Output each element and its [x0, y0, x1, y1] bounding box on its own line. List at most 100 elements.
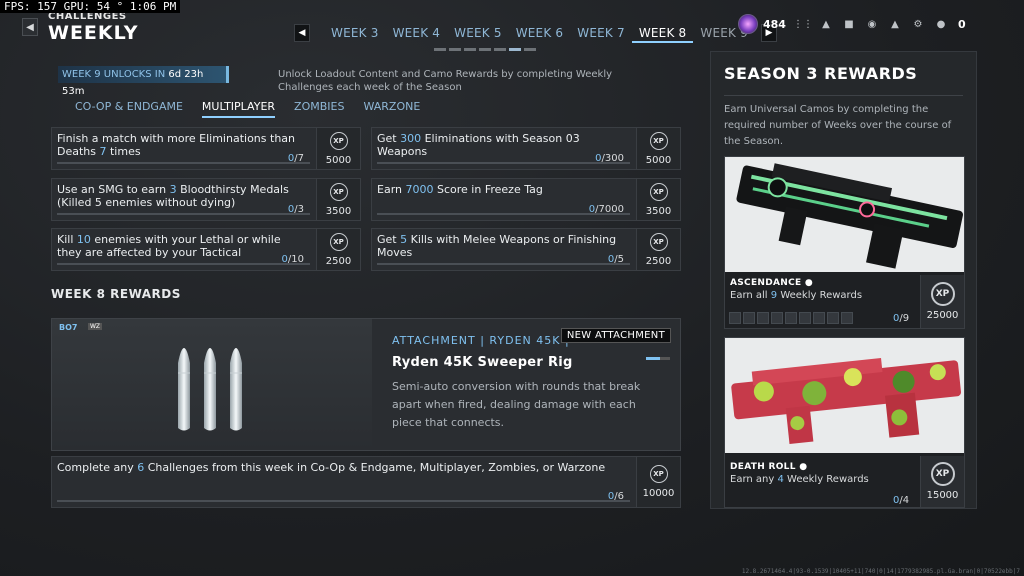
camo-name: DEATH ROLL ●: [730, 462, 808, 472]
tab-warzone[interactable]: WARZONE: [363, 100, 420, 118]
challenge-card[interactable]: Finish a match with more Eliminations th…: [51, 127, 361, 170]
info-icon: ●: [799, 462, 808, 472]
challenge-progress-bar: [57, 263, 310, 265]
attachment-type: ATTACHMENT | RYDEN 45K |: [392, 334, 570, 347]
ascendance-camo-image: [725, 157, 964, 272]
xp-value: 5000: [325, 154, 352, 166]
challenge-card[interactable]: Use an SMG to earn 3 Bloodthirsty Medals…: [51, 178, 361, 221]
xp-value: 2500: [645, 255, 672, 267]
xp-icon: XP: [649, 182, 668, 201]
tab-week-7[interactable]: WEEK 7: [570, 23, 632, 43]
camo-name: ASCENDANCE ●: [730, 278, 814, 288]
fps-overlay: FPS: 157 GPU: 54 ° 1:06 PM: [0, 0, 181, 13]
bell-icon[interactable]: ▲: [889, 18, 901, 30]
unlock-description: Unlock Loadout Content and Camo Rewards …: [278, 69, 613, 93]
challenge-progress: 0/7: [287, 153, 304, 164]
xp-icon: XP: [649, 232, 668, 251]
challenge-description: Get 5 Kills with Melee Weapons or Finish…: [377, 233, 617, 259]
xp-reward: XP 3500: [316, 179, 360, 220]
challenge-progress-bar: [57, 500, 630, 502]
challenge-card[interactable]: Get 300 Eliminations with Season 03 Weap…: [371, 127, 681, 170]
challenge-card[interactable]: Earn 7000 Score in Freeze Tag 0/7000 XP 3…: [371, 178, 681, 221]
gear-icon[interactable]: ⚙: [912, 18, 924, 30]
challenge-description: Finish a match with more Eliminations th…: [57, 132, 295, 158]
xp-value: 5000: [645, 154, 672, 166]
challenge-progress-bar: [57, 213, 310, 215]
xp-value: 3500: [325, 205, 352, 217]
xp-value: 3500: [645, 205, 672, 217]
challenge-progress: 0/300: [595, 153, 624, 164]
controller-icon[interactable]: ▲: [820, 18, 832, 30]
camo-progress: 0/9: [893, 313, 910, 324]
tab-week-8[interactable]: WEEK 8: [631, 23, 694, 43]
challenge-progress: 0/7000: [588, 204, 624, 215]
camo-requirement: Earn all 9 Weekly Rewards: [730, 290, 863, 301]
stat-bar: [646, 357, 670, 360]
xp-icon: XP: [329, 232, 348, 251]
xp-icon: XP: [329, 131, 348, 150]
version-tag: WZ: [88, 323, 103, 330]
challenge-card[interactable]: Get 5 Kills with Melee Weapons or Finish…: [371, 228, 681, 271]
tab-week-4[interactable]: WEEK 4: [386, 23, 448, 43]
meta-challenge-card[interactable]: Complete any 6 Challenges from this week…: [51, 456, 681, 508]
tab-coop-endgame[interactable]: CO-OP & ENDGAME: [75, 100, 183, 118]
camo-progress: 0/4: [893, 495, 910, 506]
tab-week-6[interactable]: WEEK 6: [509, 23, 571, 43]
xp-icon: XP: [930, 462, 955, 486]
mode-tabs: CO-OP & ENDGAME MULTIPLAYER ZOMBIES WARZ…: [75, 100, 420, 118]
camo-reward-card[interactable]: ASCENDANCE ● Earn all 9 Weekly Rewards 0…: [724, 156, 965, 329]
reward-details: ATTACHMENT | RYDEN 45K | NEW ATTACHMENT …: [372, 319, 680, 450]
page-indicator: [434, 48, 536, 51]
xp-icon: XP: [649, 465, 668, 483]
attachment-name: Ryden 45K Sweeper Rig: [392, 355, 573, 370]
week-tabs: ◀ WEEK 3 WEEK 4 WEEK 5 WEEK 6 WEEK 7 WEE…: [294, 23, 777, 43]
camera-icon[interactable]: ◉: [866, 18, 878, 30]
back-button[interactable]: ◀: [22, 18, 38, 36]
xp-reward: XP 2500: [636, 229, 680, 270]
attachment-description: Semi-auto conversion with rounds that br…: [392, 380, 641, 429]
top-right-status: 484 ⋮⋮ ▲ ■ ◉ ▲ ⚙ ● 0: [738, 14, 966, 34]
info-icon: ●: [804, 278, 814, 288]
week-unlock-timer: WEEK 9 UNLOCKS IN 6d 23h 53m: [58, 66, 229, 97]
friends-icon[interactable]: ●: [935, 18, 947, 30]
week-reward-panel[interactable]: BO7 WZ ATTACHMENT | RYDEN 45K | NEW ATTA…: [51, 318, 681, 451]
page-title: WEEKLY: [48, 22, 139, 44]
cod-points-value: 484: [763, 17, 786, 31]
tab-zombies[interactable]: ZOMBIES: [294, 100, 344, 118]
challenge-progress: 0/3: [287, 204, 304, 215]
camo-reward-card[interactable]: DEATH ROLL ● Earn any 4 Weekly Rewards 0…: [724, 337, 965, 508]
challenge-card[interactable]: Kill 10 enemies with your Lethal or whil…: [51, 228, 361, 271]
tab-week-5[interactable]: WEEK 5: [447, 23, 509, 43]
challenge-description: Kill 10 enemies with your Lethal or whil…: [57, 233, 281, 259]
season-description: Earn Universal Camos by completing the r…: [724, 104, 952, 147]
challenge-progress-bar: [57, 162, 310, 164]
reward-preview: BO7 WZ: [52, 319, 372, 450]
lock-icon[interactable]: ■: [843, 18, 855, 30]
xp-reward: XP 15000: [920, 456, 964, 507]
challenge-progress: 0/10: [281, 254, 304, 265]
challenge-progress-bar: [377, 263, 630, 265]
chevron-left-icon: ◀: [26, 21, 34, 33]
week-progress-boxes: [729, 312, 853, 324]
bullets-image: [178, 348, 242, 431]
friends-count: 0: [957, 17, 966, 31]
season-title: SEASON 3 REWARDS: [724, 64, 918, 83]
xp-reward: XP 10000: [636, 457, 680, 507]
xp-reward: XP 5000: [636, 128, 680, 169]
chevron-left-icon: ◀: [298, 28, 306, 38]
grid-menu-icon[interactable]: ⋮⋮: [793, 18, 813, 30]
camo-requirement: Earn any 4 Weekly Rewards: [730, 474, 869, 485]
build-info: 12.8.2671464.4|93-0.1539|10405+11|740|0|…: [741, 568, 1020, 575]
xp-icon: XP: [329, 182, 348, 201]
death-roll-camo-image: [725, 338, 964, 453]
prev-week-button[interactable]: ◀: [294, 24, 310, 42]
xp-icon: XP: [930, 282, 955, 306]
challenge-description: Complete any 6 Challenges from this week…: [57, 461, 606, 474]
cod-points-icon[interactable]: [738, 14, 758, 34]
tab-week-3[interactable]: WEEK 3: [324, 23, 386, 43]
challenge-progress: 0/5: [607, 254, 624, 265]
xp-value: 10000: [642, 488, 675, 499]
new-attachment-badge: NEW ATTACHMENT: [560, 328, 671, 343]
tab-multiplayer[interactable]: MULTIPLAYER: [201, 100, 276, 118]
challenge-progress: 0/6: [607, 491, 624, 502]
